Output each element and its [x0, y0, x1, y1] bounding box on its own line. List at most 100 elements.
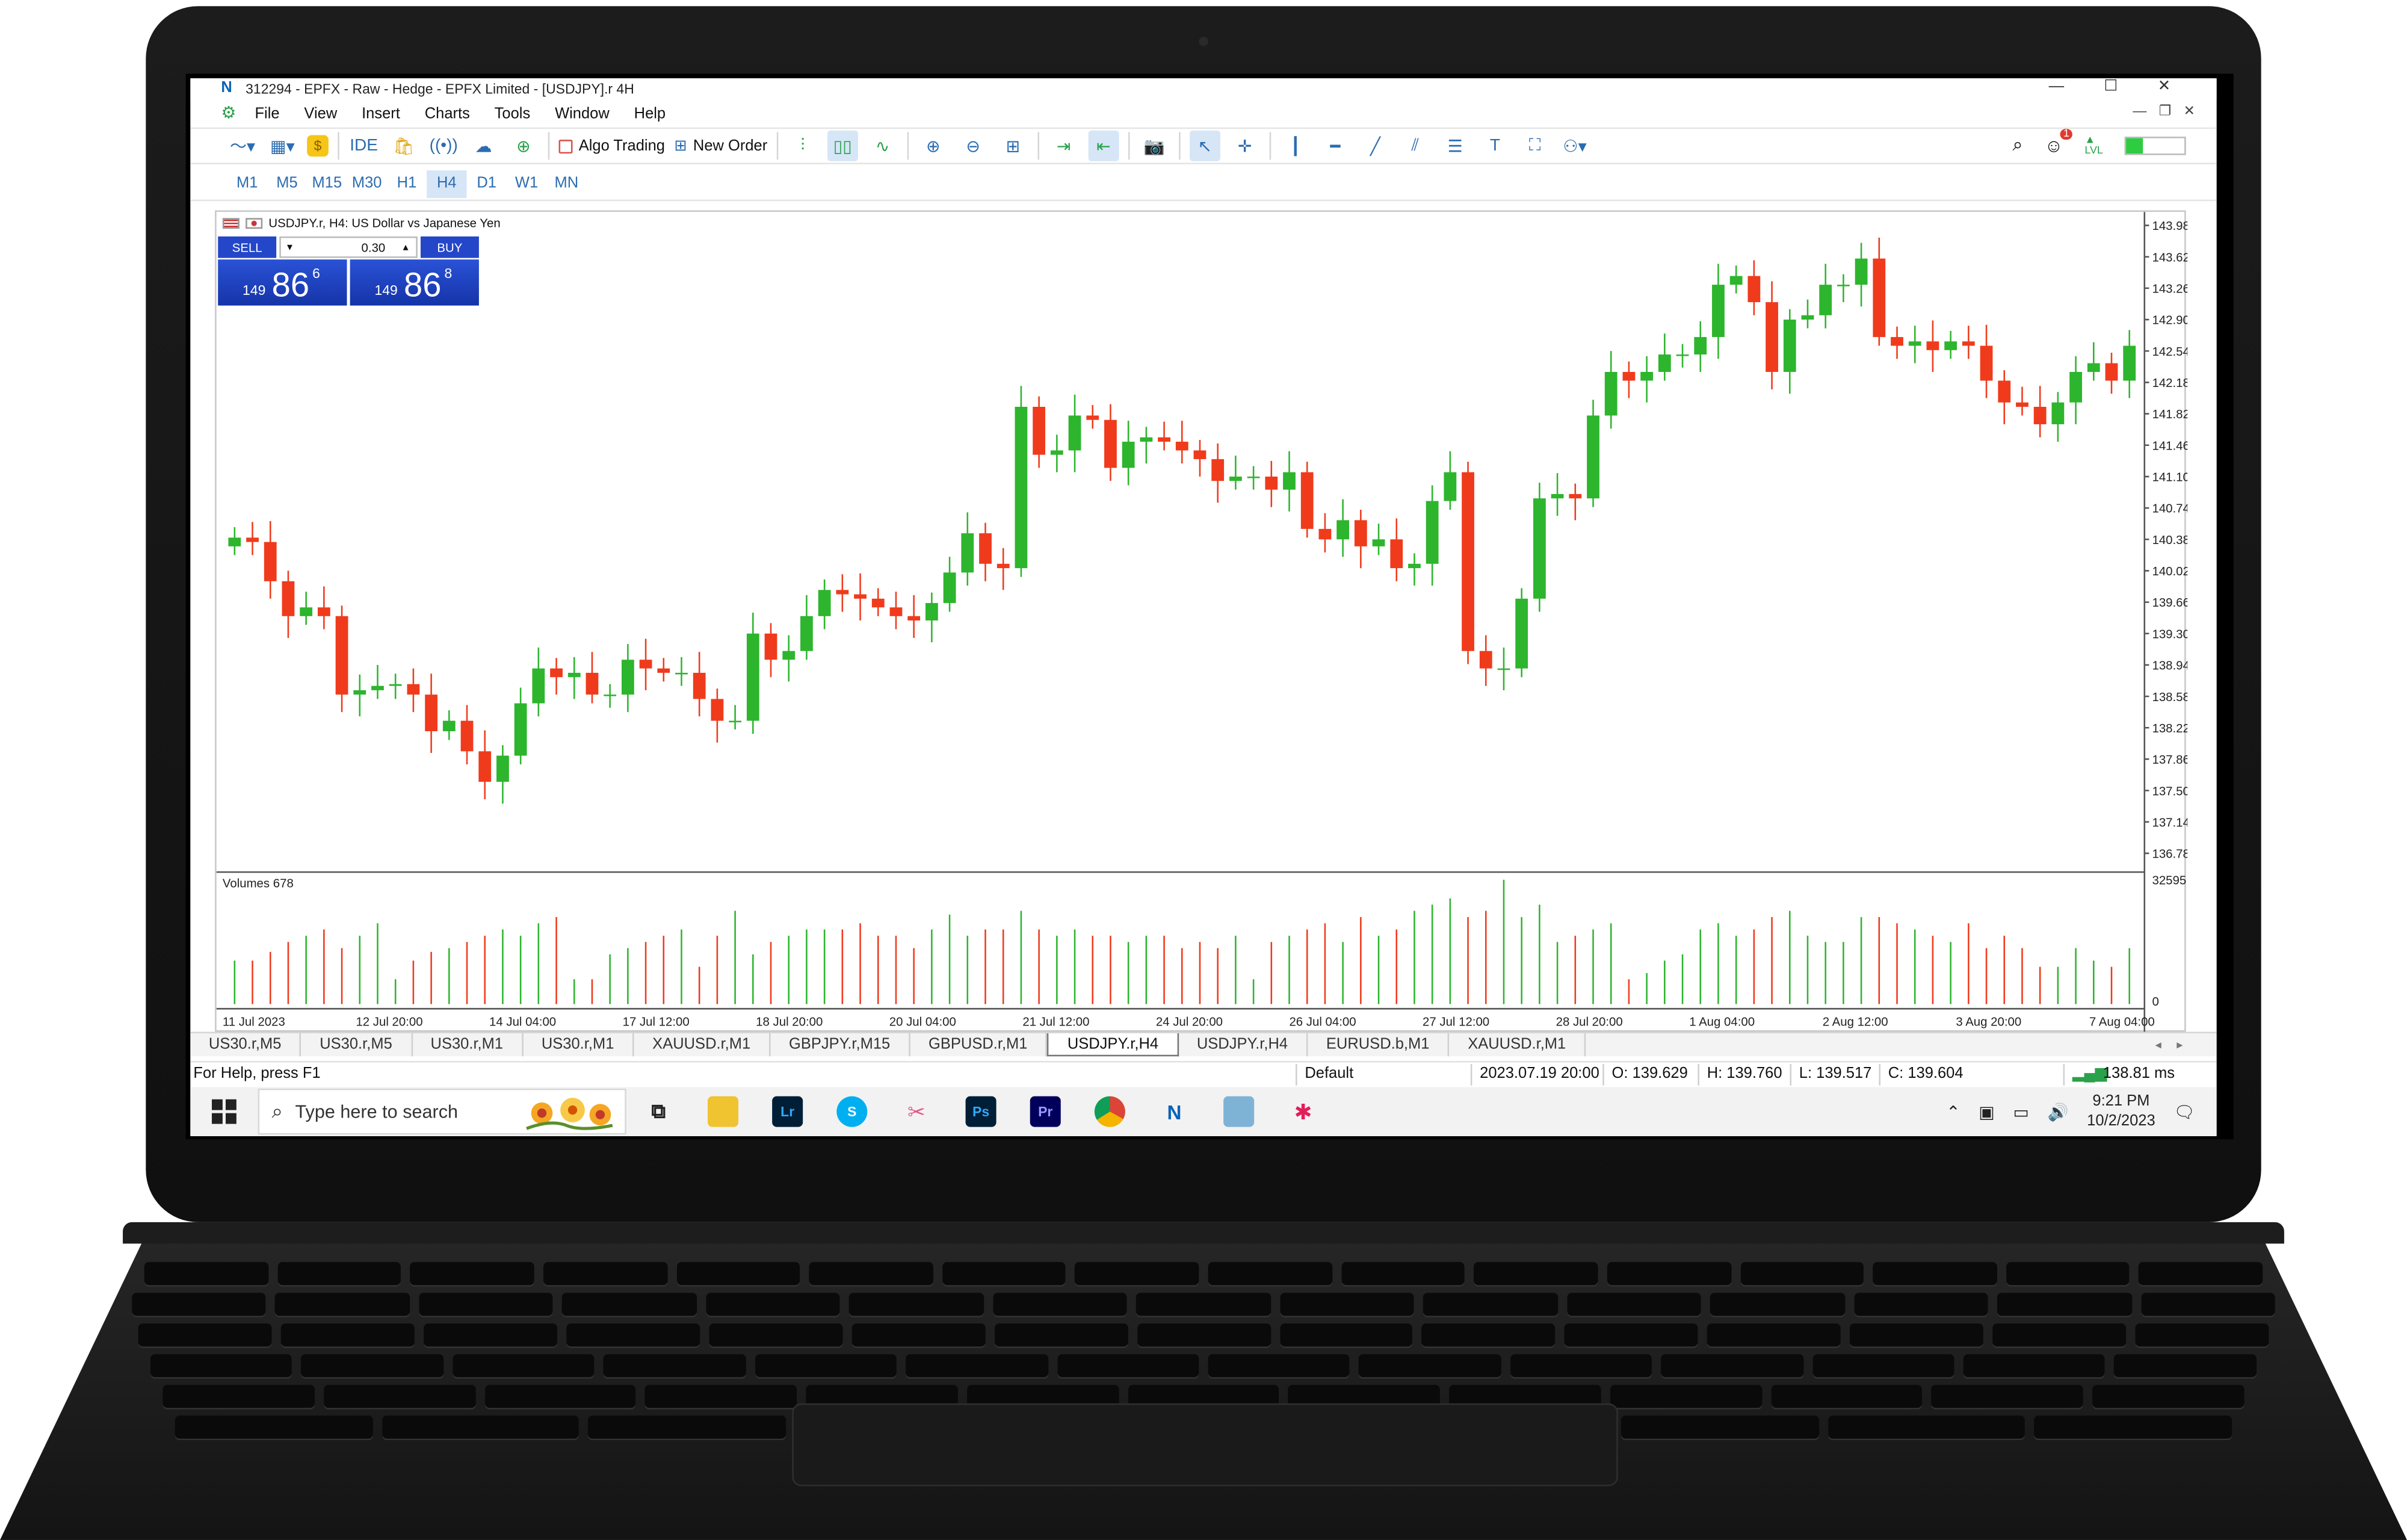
- chart-tab[interactable]: XAUUSD.r,M1: [634, 1033, 771, 1057]
- volume-icon[interactable]: 🔊: [2048, 1102, 2069, 1122]
- photoshop-icon[interactable]: Ps: [965, 1096, 996, 1127]
- candle-body: [1944, 341, 1957, 350]
- lot-decrease-icon[interactable]: ▾: [287, 241, 292, 253]
- timeframe-d1[interactable]: D1: [467, 170, 507, 197]
- chart-close-button[interactable]: ✕: [2184, 103, 2195, 120]
- bid-quote[interactable]: 149 86 6: [218, 259, 347, 306]
- algo-trading-button[interactable]: Algo Trading: [558, 131, 665, 161]
- chart-tab[interactable]: USDJPY.r,H4: [1047, 1033, 1179, 1057]
- candlestick-icon[interactable]: ▯▯: [827, 130, 858, 161]
- bar-chart-icon[interactable]: ⫶: [787, 131, 818, 161]
- chevron-up-icon[interactable]: ⌃: [1946, 1102, 1961, 1122]
- ask-quote[interactable]: 149 86 8: [350, 259, 479, 306]
- chart-tab[interactable]: US30.r,M5: [190, 1033, 301, 1057]
- app-logo-icon: N: [221, 79, 232, 97]
- metatrader-icon[interactable]: N: [1159, 1096, 1190, 1127]
- vps-cloud-icon[interactable]: ☁: [468, 131, 499, 161]
- chart-window[interactable]: 143.980 143.620 143.260 142.900 142.540 142.1…: [215, 210, 2188, 1034]
- chart-tab[interactable]: GBPJPY.r,M15: [770, 1033, 910, 1057]
- toolbar-separator: [776, 132, 779, 160]
- chart-minimize-button[interactable]: —: [2133, 103, 2146, 120]
- new-chart-icon[interactable]: ▦▾: [267, 131, 298, 161]
- lot-size-input[interactable]: ▾ 0.30 ▴: [279, 236, 418, 258]
- fibonacci-icon[interactable]: ☰: [1440, 131, 1471, 161]
- chart-tab[interactable]: GBPUSD.r,M1: [910, 1033, 1048, 1057]
- new-order-button[interactable]: ⊞ New Order: [674, 131, 767, 161]
- timeframe-m30[interactable]: M30: [347, 170, 387, 197]
- grid-icon[interactable]: ⊞: [998, 131, 1028, 161]
- meet-now-icon[interactable]: ▣: [1979, 1102, 1995, 1122]
- menu-tools[interactable]: Tools: [495, 105, 531, 122]
- menu-insert[interactable]: Insert: [362, 105, 400, 122]
- shapes-icon[interactable]: ⛶: [1519, 131, 1550, 161]
- market-bag-icon[interactable]: 🛍: [388, 131, 419, 161]
- vertical-line-icon[interactable]: ┃: [1280, 131, 1311, 161]
- menu-help[interactable]: Help: [634, 105, 666, 122]
- snip-tool-icon[interactable]: ✂: [901, 1096, 932, 1127]
- buy-button[interactable]: BUY: [420, 236, 479, 258]
- timeframe-m15[interactable]: M15: [307, 170, 347, 197]
- taskbar-clock[interactable]: 9:21 PM 10/2/2023: [2087, 1092, 2155, 1131]
- taskbar-search-box[interactable]: ⌕ Type here to search: [258, 1088, 626, 1135]
- price-tick-label: 139.300: [2152, 628, 2188, 641]
- timeframe-m5[interactable]: M5: [267, 170, 307, 197]
- minimize-button[interactable]: —: [2049, 78, 2065, 100]
- signals-icon[interactable]: ((•)): [428, 131, 459, 161]
- sell-button[interactable]: SELL: [218, 236, 277, 258]
- search-icon[interactable]: ⌕: [2013, 134, 2023, 156]
- chart-restore-button[interactable]: ❐: [2159, 103, 2172, 120]
- chart-tab[interactable]: EURUSD.b,M1: [1308, 1033, 1450, 1057]
- chart-tab[interactable]: US30.r,M1: [412, 1033, 524, 1057]
- menu-window[interactable]: Window: [555, 105, 610, 122]
- status-low: L: 139.517: [1799, 1065, 1872, 1083]
- timeframe-w1[interactable]: W1: [507, 170, 546, 197]
- chart-tab[interactable]: USDJPY.r,H4: [1178, 1033, 1308, 1057]
- maximize-button[interactable]: ☐: [2104, 78, 2118, 100]
- title-bar: N 312294 - EPFX - Raw - Hedge - EPFX Lim…: [190, 78, 2217, 100]
- horizontal-line-icon[interactable]: ━: [1320, 131, 1351, 161]
- cursor-icon[interactable]: ↖: [1189, 130, 1220, 161]
- notification-center-icon[interactable]: 🗨: [2174, 1102, 2195, 1122]
- menu-view[interactable]: View: [304, 105, 337, 122]
- battery-icon[interactable]: ▭: [2013, 1102, 2029, 1122]
- timeframe-m1[interactable]: M1: [227, 170, 267, 197]
- dollar-icon[interactable]: $: [307, 135, 329, 157]
- trendline-icon[interactable]: ╱: [1360, 131, 1391, 161]
- chrome-icon[interactable]: [1094, 1096, 1125, 1127]
- line-chart-icon[interactable]: ∿: [867, 131, 898, 161]
- task-view-icon[interactable]: ⧉: [643, 1096, 674, 1127]
- chart-tab[interactable]: US30.r,M5: [301, 1033, 412, 1057]
- crosshair-icon[interactable]: ✛: [1229, 131, 1260, 161]
- menu-file[interactable]: File: [255, 105, 279, 122]
- notepad-icon[interactable]: [1223, 1096, 1255, 1127]
- windows-start-icon[interactable]: [212, 1099, 236, 1124]
- tab-scroll-arrows[interactable]: ◂▸: [2155, 1033, 2199, 1058]
- timeframe-h4[interactable]: H4: [427, 169, 467, 197]
- chart-shift-icon[interactable]: ⇤: [1088, 130, 1119, 161]
- objects-icon[interactable]: ⚇▾: [1560, 131, 1590, 161]
- candle-body: [1640, 372, 1654, 381]
- zoom-out-icon[interactable]: ⊖: [958, 131, 989, 161]
- notifications-icon[interactable]: ☺ 1: [2044, 128, 2073, 156]
- price-chart[interactable]: 143.980 143.620 143.260 142.900 142.540 142.1…: [216, 212, 2188, 1034]
- timeframe-h1[interactable]: H1: [387, 170, 427, 197]
- zoom-in-icon[interactable]: ⊕: [918, 131, 948, 161]
- close-button[interactable]: ✕: [2158, 78, 2171, 100]
- community-icon[interactable]: ⊕: [508, 131, 539, 161]
- screenshot-icon[interactable]: 📷: [1139, 131, 1170, 161]
- file-explorer-icon[interactable]: [708, 1096, 739, 1127]
- lightroom-icon[interactable]: Lr: [772, 1096, 803, 1127]
- menu-charts[interactable]: Charts: [425, 105, 470, 122]
- ide-button[interactable]: IDE: [348, 131, 379, 161]
- lot-increase-icon[interactable]: ▴: [403, 241, 409, 253]
- slack-icon[interactable]: ✱: [1288, 1096, 1318, 1127]
- premiere-icon[interactable]: Pr: [1030, 1096, 1061, 1127]
- chart-type-line-icon[interactable]: 〜▾: [227, 131, 258, 161]
- chart-tab[interactable]: US30.r,M1: [523, 1033, 634, 1057]
- timeframe-mn[interactable]: MN: [546, 170, 586, 197]
- autoscroll-icon[interactable]: ⇥: [1048, 131, 1079, 161]
- chart-tab[interactable]: XAUUSD.r,M1: [1450, 1033, 1586, 1057]
- channel-icon[interactable]: ⫽: [1400, 131, 1430, 161]
- text-icon[interactable]: T: [1480, 131, 1510, 161]
- skype-icon[interactable]: S: [836, 1096, 868, 1127]
